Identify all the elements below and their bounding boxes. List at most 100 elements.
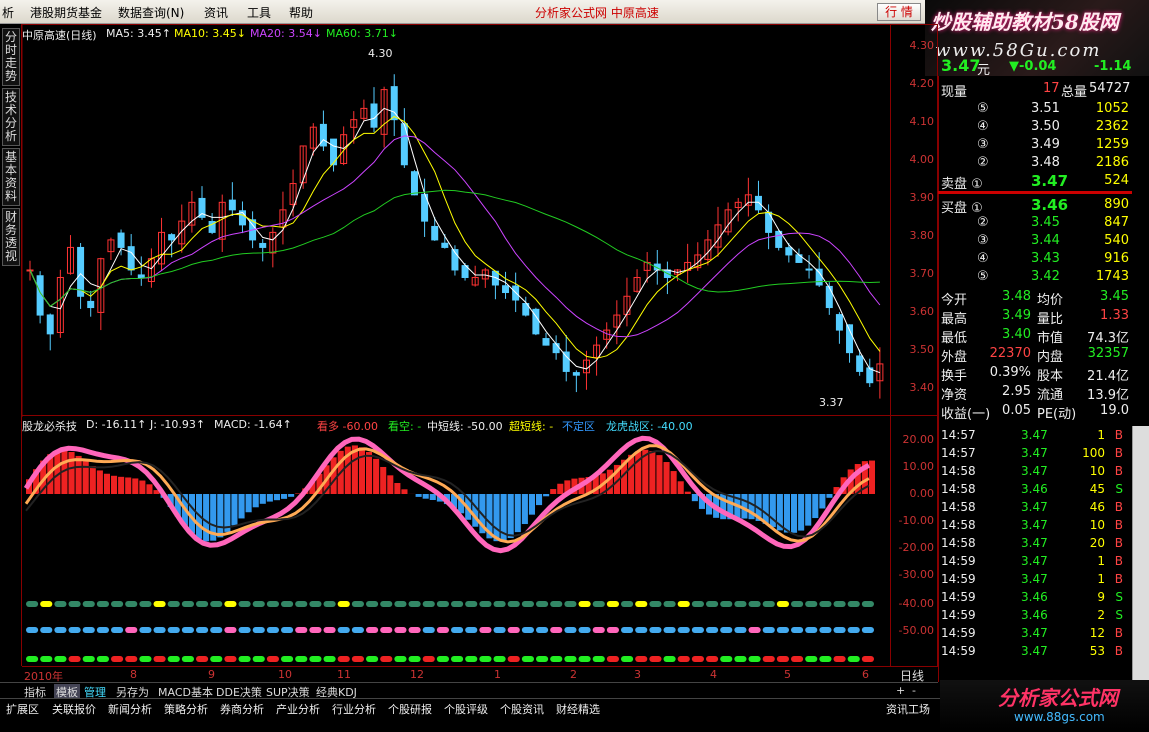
candle-body — [835, 314, 843, 331]
site-logo: 分析家公式网 www.88gs.com — [940, 680, 1149, 732]
level-label: ⑤ — [977, 269, 989, 284]
price-tick: 4.20 — [909, 77, 935, 90]
stat-value: 3.49 — [1002, 308, 1031, 323]
menu-item-help[interactable]: 帮助 — [289, 4, 313, 21]
green-band — [649, 601, 662, 607]
green-band — [805, 601, 818, 607]
tab-fundamentals[interactable]: 基本资料 — [2, 148, 20, 206]
tab-related-quotes[interactable]: 关联报价 — [50, 701, 98, 717]
green-band — [125, 601, 138, 607]
tab-extension[interactable]: 扩展区 — [4, 701, 41, 717]
signal-band — [550, 656, 563, 662]
macd-bar — [68, 452, 75, 494]
candle-body — [259, 242, 267, 248]
tick-time: 14:58 — [941, 500, 976, 514]
tab-broker[interactable]: 券商分析 — [218, 701, 266, 717]
tab-finance-picks[interactable]: 财经精选 — [554, 701, 602, 717]
tab-reports[interactable]: 个股研报 — [386, 701, 434, 717]
signal-band — [833, 656, 846, 662]
quote-button[interactable]: 行 情 — [877, 3, 921, 21]
signal-band — [408, 656, 421, 662]
level-label: 卖盘 ① — [941, 177, 983, 192]
stat-label: 换手 — [941, 369, 968, 384]
menu-item-analysis[interactable]: 析 — [2, 4, 14, 21]
green-band — [606, 601, 619, 607]
macd-bar — [528, 494, 535, 515]
stat-label: 流通 — [1037, 388, 1064, 403]
candle-body — [805, 268, 813, 271]
price-tick: 4.10 — [909, 115, 935, 128]
green-band — [139, 601, 152, 607]
level-price: 3.51 — [1031, 101, 1060, 116]
tab-industry-chain[interactable]: 产业分析 — [274, 701, 322, 717]
menu-item-data-query[interactable]: 数据查询(N) — [118, 4, 184, 21]
tick-scrollbar[interactable] — [1132, 426, 1149, 682]
macd-bar — [366, 451, 373, 494]
macd-bar — [663, 462, 670, 494]
zoom-in-button[interactable]: + — [896, 684, 905, 697]
level-price: 3.47 — [1031, 172, 1069, 190]
tick-time: 14:59 — [941, 572, 976, 586]
tab-stock-news[interactable]: 个股资讯 — [498, 701, 546, 717]
macd-bar — [684, 491, 691, 494]
blue-band — [266, 627, 279, 633]
macd-bar — [677, 481, 684, 494]
price-tick: 3.80 — [909, 229, 935, 242]
macd-bar — [401, 489, 408, 494]
tab-info-workshop[interactable]: 资讯工场 — [884, 701, 932, 717]
green-band — [295, 601, 308, 607]
stat-value: 0.39% — [989, 365, 1031, 380]
level-label: ② — [977, 215, 989, 230]
level-price: 3.50 — [1031, 119, 1060, 134]
tab-intraday[interactable]: 分时走势 — [2, 28, 20, 86]
signal-band — [536, 656, 549, 662]
green-band — [26, 601, 39, 607]
price-row: 3.47 元 ▼-0.04 -1.14 — [939, 56, 1133, 78]
signal-band — [295, 656, 308, 662]
brand-title: 炒股辅助教材58股网 — [931, 10, 1119, 34]
green-band — [111, 601, 124, 607]
tick-row: 14:58 3.47 46 B — [939, 498, 1133, 516]
level-label: ③ — [977, 233, 989, 248]
price-chart[interactable]: 中原高速(日线) MA5: 3.45↑ MA10: 3.45↓ MA20: 3.… — [22, 24, 938, 417]
stat-label: 最高 — [941, 312, 968, 327]
level-label: ③ — [977, 137, 989, 152]
green-band — [465, 601, 478, 607]
tab-financials[interactable]: 财务透视 — [2, 208, 20, 266]
signal-band — [819, 656, 832, 662]
signal-band — [564, 656, 577, 662]
date-tick: 4 — [710, 668, 717, 681]
macd-bar — [791, 494, 798, 533]
blue-band — [791, 627, 804, 633]
signal-band — [40, 656, 53, 662]
tab-ratings[interactable]: 个股评级 — [442, 701, 490, 717]
stat-value: 0.05 — [1002, 403, 1031, 418]
zoom-out-button[interactable]: - — [912, 684, 916, 697]
price-tick: 4.00 — [909, 153, 935, 166]
indicator-tick: 20.00 — [902, 433, 935, 446]
green-band — [847, 601, 860, 607]
tick-side: B — [1114, 446, 1123, 460]
candle-body — [502, 285, 510, 294]
indicator-name: 股龙必杀技 — [22, 420, 77, 433]
macd-bar — [217, 494, 224, 538]
level-price: 3.45 — [1031, 215, 1060, 230]
blue-band — [521, 627, 534, 633]
stat-label: 市值 — [1037, 331, 1064, 346]
macd-bar — [238, 494, 245, 519]
tab-strategy[interactable]: 策略分析 — [162, 701, 210, 717]
blue-band — [550, 627, 563, 633]
menu-item-news[interactable]: 资讯 — [204, 4, 228, 21]
menu-item-hk-futures[interactable]: 港股期货基金 — [30, 4, 102, 21]
green-band — [252, 601, 265, 607]
indicator-chart[interactable]: 股龙必杀技 D: -16.11↑ J: -10.93↑ MACD: -1.64↑… — [22, 416, 938, 668]
blue-band — [621, 627, 634, 633]
tab-sector[interactable]: 行业分析 — [330, 701, 378, 717]
menu-item-tools[interactable]: 工具 — [247, 4, 271, 21]
tick-price: 3.47 — [1021, 500, 1048, 514]
signal-band — [181, 656, 194, 662]
tab-technical[interactable]: 技术分析 — [2, 88, 20, 146]
macd-bar — [281, 494, 288, 499]
tab-news-analysis[interactable]: 新闻分析 — [106, 701, 154, 717]
macd-bar — [422, 494, 429, 499]
